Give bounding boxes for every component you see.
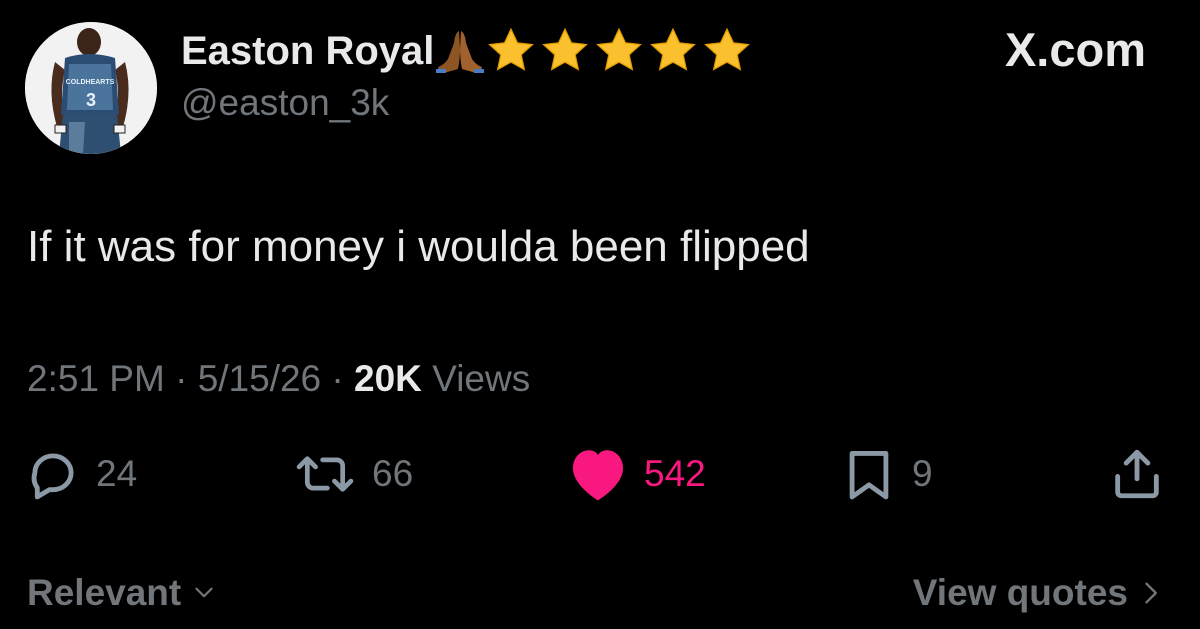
reply-icon bbox=[31, 453, 74, 500]
tweet-time[interactable]: 2:51 PM bbox=[27, 358, 165, 399]
meta-separator: · bbox=[175, 358, 188, 399]
bookmark-button[interactable]: 9 bbox=[840, 446, 933, 502]
chevron-down-icon bbox=[195, 587, 213, 598]
author-name-text: Easton Royal bbox=[181, 28, 435, 73]
sort-label: Relevant bbox=[27, 572, 182, 613]
xcom-watermark: X.com bbox=[1005, 22, 1146, 77]
watermark-text: X.com bbox=[1004, 23, 1146, 76]
bookmark-icon bbox=[849, 451, 889, 500]
tweet-meta: 2:51 PM · 5/15/26 · 20K Views bbox=[27, 358, 530, 400]
bookmark-count: 9 bbox=[912, 453, 933, 494]
chevron-right-icon bbox=[1145, 582, 1157, 604]
like-button[interactable]: 542 bbox=[566, 446, 706, 502]
avatar-photo: COLDHEARTS 3 bbox=[25, 22, 157, 154]
views-label: Views bbox=[432, 358, 531, 399]
share-icon bbox=[1115, 449, 1159, 499]
star-icon bbox=[650, 27, 697, 71]
view-quotes-label: View quotes bbox=[912, 572, 1128, 613]
reply-button[interactable]: 24 bbox=[24, 446, 137, 502]
action-bar: 24 66 542 9 bbox=[0, 446, 1200, 502]
repost-button[interactable]: 66 bbox=[292, 446, 413, 502]
repost-icon bbox=[296, 456, 354, 492]
svg-text:COLDHEARTS: COLDHEARTS bbox=[66, 79, 115, 86]
author-handle[interactable]: @easton_3k bbox=[181, 82, 389, 124]
sort-dropdown[interactable]: Relevant bbox=[27, 572, 219, 614]
view-quotes-link[interactable]: View quotes bbox=[913, 572, 1164, 614]
share-button[interactable] bbox=[1108, 446, 1166, 502]
author-display-name[interactable]: Easton Royal bbox=[181, 26, 754, 76]
name-emoji-row bbox=[436, 26, 754, 76]
views-count: 20K bbox=[354, 358, 422, 399]
tweet-date[interactable]: 5/15/26 bbox=[198, 358, 321, 399]
meta-separator: · bbox=[331, 358, 344, 399]
tweet-text: If it was for money i woulda been flippe… bbox=[27, 222, 810, 271]
svg-text:3: 3 bbox=[86, 90, 96, 110]
heart-icon bbox=[572, 450, 624, 501]
reply-count: 24 bbox=[96, 453, 138, 494]
star-icon bbox=[542, 27, 589, 71]
avatar[interactable]: COLDHEARTS 3 bbox=[25, 22, 157, 154]
star-icon bbox=[596, 27, 643, 71]
repost-count: 66 bbox=[372, 453, 414, 494]
like-count: 542 bbox=[644, 453, 706, 494]
star-icon bbox=[704, 27, 751, 71]
folded-hands-icon bbox=[436, 31, 485, 73]
star-icon bbox=[488, 27, 535, 71]
